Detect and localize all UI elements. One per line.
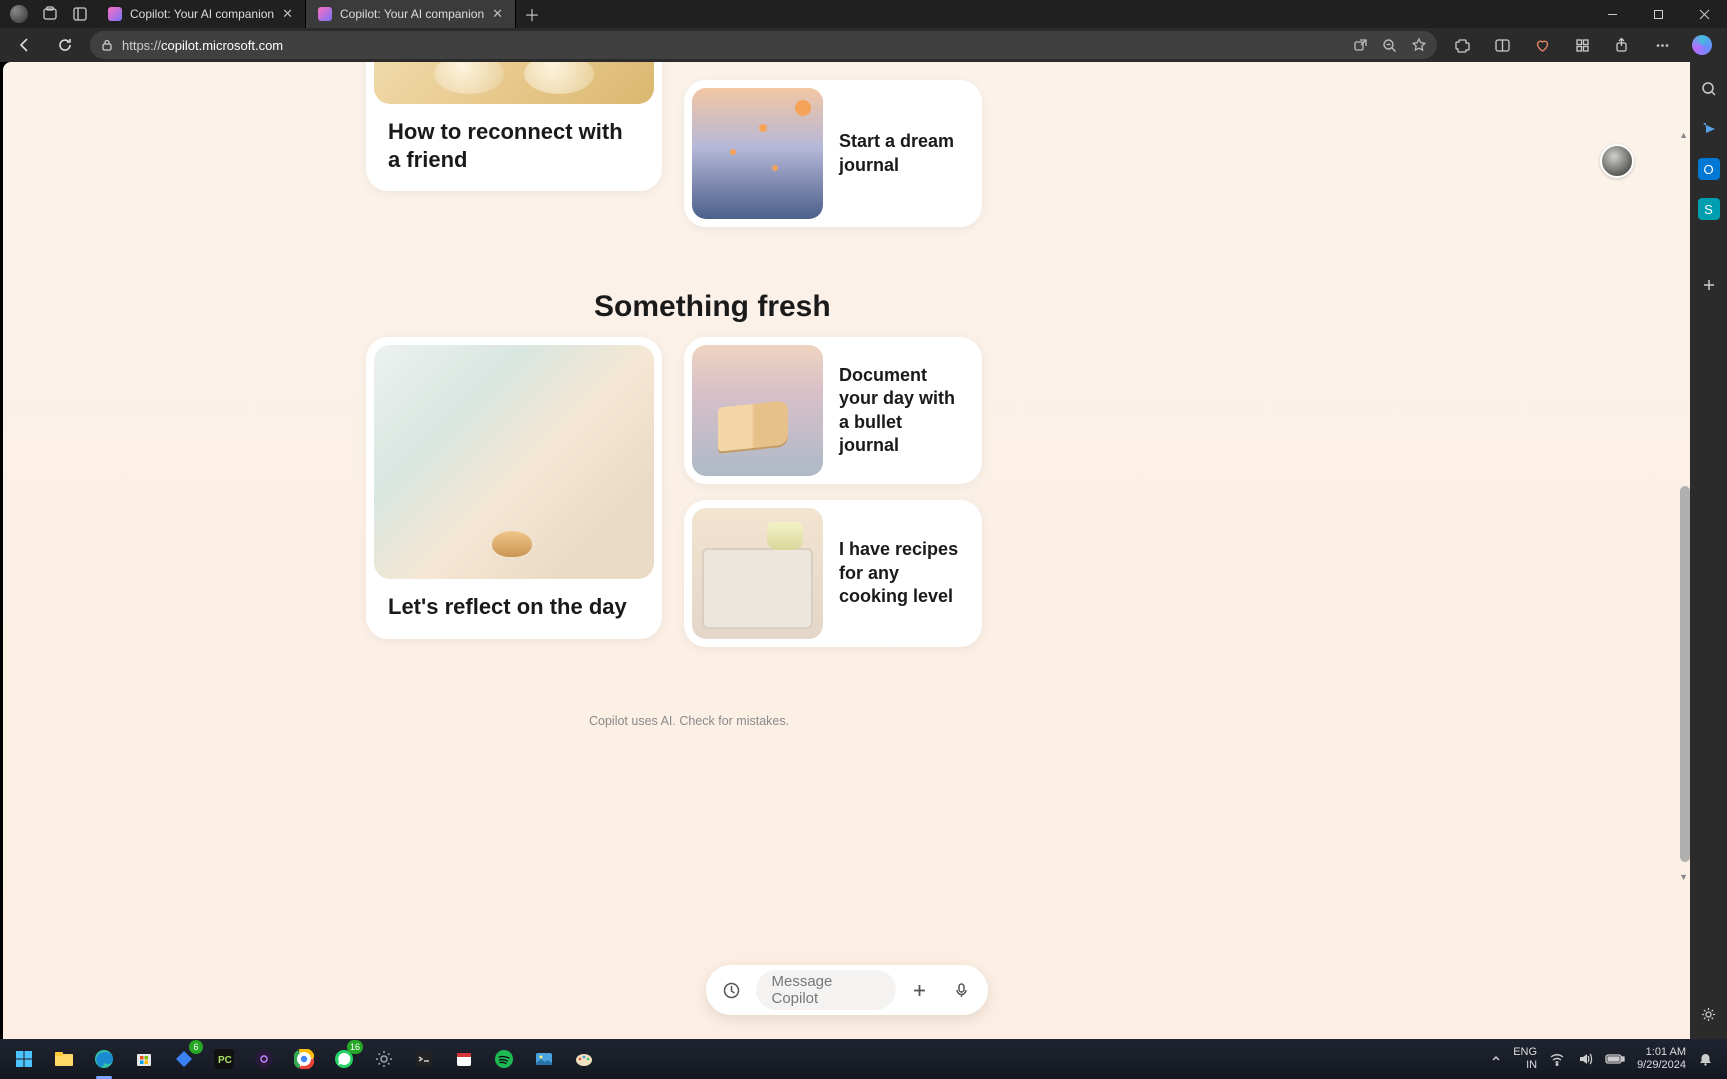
ms-store-icon[interactable] [128,1043,160,1075]
whatsapp-icon[interactable]: 16 [328,1043,360,1075]
mic-button[interactable] [944,972,980,1008]
favorite-icon[interactable] [1411,37,1427,53]
card-image [692,88,823,219]
settings-icon[interactable] [368,1043,400,1075]
tab-strip: Copilot: Your AI companion ✕ Copilot: Yo… [96,0,548,28]
add-button[interactable] [902,972,938,1008]
refresh-button[interactable] [50,30,80,60]
close-tab-icon[interactable]: ✕ [492,6,503,22]
scroll-up-arrow[interactable]: ▲ [1679,130,1688,140]
sidebar-outlook-icon[interactable]: O [1698,158,1720,180]
card-title: How to reconnect with a friend [374,104,654,173]
back-button[interactable] [10,30,40,60]
split-screen-icon[interactable] [1487,30,1517,60]
close-window-button[interactable] [1681,0,1727,28]
wifi-icon[interactable] [1549,1051,1565,1067]
card-title: Document your day with a bullet journal [839,364,974,458]
sidebar-settings-icon[interactable] [1698,1003,1720,1025]
spotify-icon[interactable] [488,1043,520,1075]
site-lock-icon[interactable] [100,38,114,52]
chrome-icon[interactable] [288,1043,320,1075]
new-tab-button[interactable]: ＋ [516,0,548,28]
extensions-icon[interactable] [1447,30,1477,60]
minimize-button[interactable] [1589,0,1635,28]
user-avatar[interactable] [1600,144,1634,178]
svg-text:PC: PC [218,1055,232,1066]
edge-icon[interactable] [88,1043,120,1075]
workspaces-icon[interactable] [42,6,58,22]
battery-icon[interactable] [1605,1053,1625,1065]
tab-title: Copilot: Your AI companion [340,7,484,21]
language-indicator[interactable]: ENG IN [1513,1046,1537,1072]
sidebar-add-icon[interactable] [1698,274,1720,296]
card-title: Let's reflect on the day [374,579,654,621]
photos-icon[interactable] [528,1043,560,1075]
tray-overflow-icon[interactable] [1491,1054,1501,1064]
copilot-button[interactable] [1687,30,1717,60]
terminal-icon[interactable] [408,1043,440,1075]
suggestion-card-bullet-journal[interactable]: Document your day with a bullet journal [684,337,982,484]
sidebar-skype-icon[interactable]: S [1698,198,1720,220]
tab-actions-icon[interactable] [72,6,88,22]
collections-icon[interactable] [1567,30,1597,60]
volume-icon[interactable] [1577,1051,1593,1067]
browser-toolbar: https://copilot.microsoft.com [0,28,1727,62]
suggestion-card-reconnect[interactable]: How to reconnect with a friend [366,62,662,191]
file-explorer-icon[interactable] [48,1043,80,1075]
card-image [374,62,654,104]
paint-icon[interactable] [568,1043,600,1075]
edge-sidebar: O S [1690,62,1727,1039]
input-placeholder: Message Copilot [772,973,880,1007]
suggestion-card-dream-journal[interactable]: Start a dream journal [684,80,982,227]
clock[interactable]: 1:01 AM 9/29/2024 [1637,1046,1686,1072]
close-tab-icon[interactable]: ✕ [282,6,293,22]
scrollbar-thumb[interactable] [1680,486,1690,862]
system-tray: ENG IN 1:01 AM 9/29/2024 [1491,1046,1719,1072]
browser-tab[interactable]: Copilot: Your AI companion ✕ [306,0,516,28]
start-button[interactable] [8,1043,40,1075]
card-image [692,345,823,476]
dynalist-icon[interactable]: 6 [168,1043,200,1075]
sidebar-shopping-icon[interactable] [1698,118,1720,140]
message-composer: Message Copilot [706,965,988,1015]
share-icon[interactable] [1607,30,1637,60]
more-icon[interactable] [1647,30,1677,60]
notifications-icon[interactable] [1698,1052,1713,1067]
browser-tab[interactable]: Copilot: Your AI companion ✕ [96,0,306,28]
message-input[interactable]: Message Copilot [756,970,896,1010]
calendar-icon[interactable] [448,1043,480,1075]
windows-taskbar: 6 PC 16 ENG IN 1:01 AM 9/29/2024 [0,1039,1727,1079]
url-text: https://copilot.microsoft.com [122,38,283,53]
section-heading: Something fresh [594,290,831,324]
profile-button[interactable] [10,5,28,23]
window-titlebar: Copilot: Your AI companion ✕ Copilot: Yo… [0,0,1727,28]
address-bar[interactable]: https://copilot.microsoft.com [90,31,1437,59]
card-image [692,508,823,639]
card-image [374,345,654,579]
card-title: Start a dream journal [839,130,974,177]
donate-icon[interactable] [1527,30,1557,60]
open-external-icon[interactable] [1353,38,1368,53]
maximize-button[interactable] [1635,0,1681,28]
zoom-out-icon[interactable] [1382,38,1397,53]
sidebar-search-icon[interactable] [1698,78,1720,100]
app-purple-icon[interactable] [248,1043,280,1075]
page-viewport: How to reconnect with a friend Start a d… [3,62,1690,1039]
ai-disclaimer: Copilot uses AI. Check for mistakes. [589,714,789,728]
card-title: I have recipes for any cooking level [839,538,974,608]
copilot-favicon [318,7,332,21]
pycharm-icon[interactable]: PC [208,1043,240,1075]
suggestion-card-recipes[interactable]: I have recipes for any cooking level [684,500,982,647]
copilot-favicon [108,7,122,21]
suggestion-card-reflect[interactable]: Let's reflect on the day [366,337,662,639]
scroll-down-arrow[interactable]: ▼ [1679,872,1688,882]
tab-title: Copilot: Your AI companion [130,7,274,21]
history-button[interactable] [714,972,750,1008]
